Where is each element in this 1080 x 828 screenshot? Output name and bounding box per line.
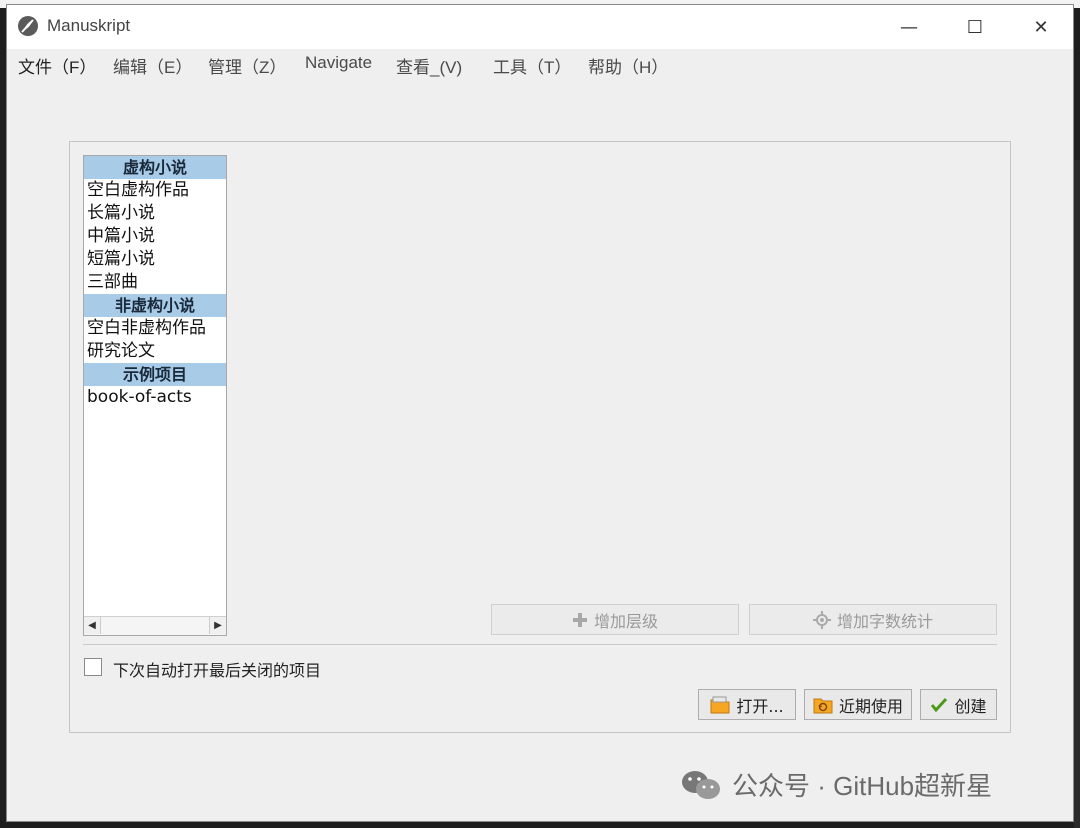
- close-icon: ✕: [1033, 16, 1049, 38]
- horizontal-scrollbar[interactable]: ◀ ▶: [84, 616, 226, 635]
- menu-help[interactable]: 帮助（H）: [588, 53, 668, 78]
- group-header-nonfiction: 非虚构小说: [84, 294, 226, 317]
- maximize-icon: ☐: [966, 16, 984, 38]
- recent-button[interactable]: 近期使用: [804, 689, 912, 720]
- add-level-button[interactable]: 增加层级: [491, 604, 739, 635]
- add-wordcount-label: 增加字数统计: [836, 611, 933, 631]
- create-label: 创建: [954, 696, 987, 716]
- menu-navigate[interactable]: Navigate: [305, 53, 372, 73]
- list-item[interactable]: 研究论文: [84, 340, 226, 363]
- template-list[interactable]: 虚构小说 空白虚构作品 长篇小说 中篇小说 短篇小说 三部曲 非虚构小说 空白非…: [83, 155, 227, 636]
- list-item[interactable]: 空白非虚构作品: [84, 317, 226, 340]
- list-item[interactable]: 中篇小说: [84, 225, 226, 248]
- menu-bar: 文件（F） 编辑（E） 管理（Z） Navigate 查看_(V) 工具（T） …: [7, 49, 1073, 79]
- manuskript-logo-icon: [17, 15, 39, 37]
- list-item[interactable]: 空白虚构作品: [84, 179, 226, 202]
- checkmark-icon: [930, 697, 948, 713]
- menu-file[interactable]: 文件（F）: [18, 53, 96, 78]
- recent-folder-icon: [813, 696, 833, 714]
- watermark-text: 公众号 · GitHub超新星: [732, 771, 993, 801]
- watermark: 公众号 · GitHub超新星: [680, 766, 992, 803]
- folder-icon: [710, 696, 730, 714]
- add-level-label: 增加层级: [593, 611, 658, 631]
- group-header-fiction: 虚构小说: [84, 156, 226, 179]
- menu-edit[interactable]: 编辑（E）: [113, 53, 192, 78]
- create-button[interactable]: 创建: [920, 689, 997, 720]
- recent-label: 近期使用: [838, 696, 903, 716]
- menu-manage[interactable]: 管理（Z）: [208, 53, 286, 78]
- maximize-button[interactable]: ☐: [945, 9, 1005, 45]
- wechat-icon: [680, 768, 722, 802]
- close-button[interactable]: ✕: [1011, 9, 1071, 45]
- add-wordcount-button[interactable]: 增加字数统计: [749, 604, 997, 635]
- welcome-panel: 虚构小说 空白虚构作品 长篇小说 中篇小说 短篇小说 三部曲 非虚构小说 空白非…: [69, 141, 1011, 733]
- group-header-examples: 示例项目: [84, 363, 226, 386]
- open-button[interactable]: 打开...: [698, 689, 796, 720]
- target-icon: [812, 610, 831, 629]
- minimize-icon: —: [900, 16, 918, 38]
- scroll-right-icon[interactable]: ▶: [209, 617, 226, 634]
- plus-icon: [572, 612, 588, 628]
- scroll-left-icon[interactable]: ◀: [84, 617, 101, 634]
- window-title: Manuskript: [47, 16, 131, 35]
- manuskript-window: Manuskript — ☐ ✕ 文件（F） 编辑（E） 管理（Z） Navig…: [6, 4, 1074, 822]
- auto-open-checkbox[interactable]: [84, 658, 102, 676]
- menu-view[interactable]: 查看_(V): [396, 53, 462, 78]
- open-label: 打开...: [736, 696, 784, 716]
- list-item[interactable]: 短篇小说: [84, 248, 226, 271]
- list-item[interactable]: book-of-acts: [84, 386, 226, 409]
- list-item[interactable]: 三部曲: [84, 271, 226, 294]
- menu-tools[interactable]: 工具（T）: [493, 53, 571, 78]
- background-right-edge: [1074, 160, 1080, 828]
- title-bar: Manuskript — ☐ ✕: [7, 5, 1073, 49]
- list-item[interactable]: 长篇小说: [84, 202, 226, 225]
- minimize-button[interactable]: —: [879, 9, 939, 45]
- separator: [83, 644, 997, 645]
- auto-open-label: 下次自动打开最后关闭的项目: [113, 661, 322, 680]
